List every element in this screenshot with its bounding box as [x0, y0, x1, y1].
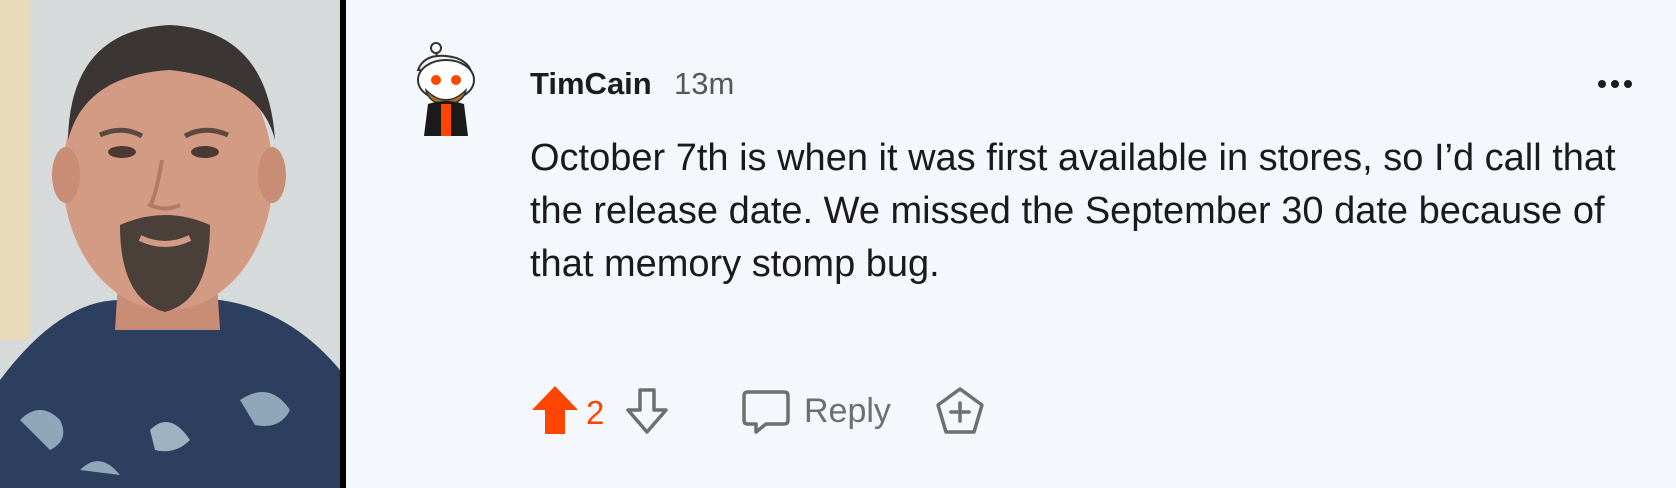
reddit-snoo-avatar-icon[interactable] [406, 40, 486, 140]
comment-username[interactable]: TimCain [530, 66, 652, 102]
upvote-arrow-icon[interactable] [530, 384, 580, 436]
profile-photo [0, 0, 340, 488]
comment-body: October 7th is when it was first availab… [530, 137, 1616, 285]
reply-button[interactable]: Reply [804, 392, 891, 431]
comment-timestamp: 13m [674, 66, 735, 101]
award-plus-icon[interactable] [934, 386, 986, 438]
downvote-arrow-icon[interactable] [622, 386, 672, 436]
more-options-icon[interactable] [1590, 64, 1640, 104]
vote-score: 2 [586, 394, 605, 431]
comment-card: TimCain 13m October 7th is when it was f… [346, 0, 1676, 488]
reply-bubble-icon[interactable] [740, 388, 792, 436]
screenshot: TimCain 13m October 7th is when it was f… [0, 0, 1676, 488]
